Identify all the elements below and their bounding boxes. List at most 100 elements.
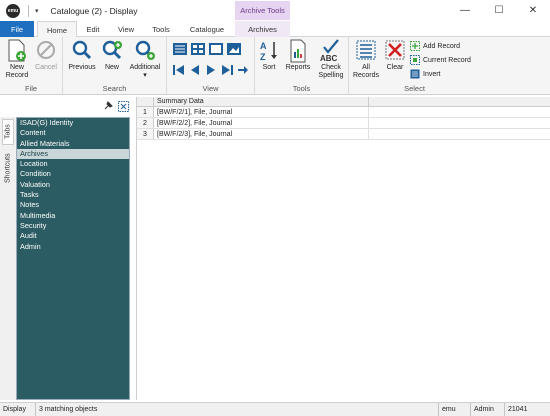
tab-list-item-selected[interactable]: Archives	[17, 148, 129, 160]
first-record-icon[interactable]	[173, 64, 185, 76]
status-user: Admin	[470, 403, 504, 416]
new-record-button[interactable]: New Record	[3, 39, 31, 80]
sort-icon: A Z	[260, 41, 277, 62]
tab-view[interactable]: View	[111, 21, 141, 37]
tab-file[interactable]: File	[0, 21, 34, 37]
pin-icon[interactable]	[104, 101, 113, 110]
previous-label: Previous	[68, 64, 96, 71]
tab-list-item[interactable]: Audit	[17, 231, 129, 241]
tab-list-item[interactable]: Content	[17, 128, 129, 138]
previous-search-button[interactable]: Previous	[66, 39, 98, 72]
previous-record-icon[interactable]	[189, 64, 201, 76]
tab-catalogue[interactable]: Catalogue	[181, 21, 233, 37]
table-row[interactable]: 1 [BW/F/2/1], File, Journal	[137, 107, 550, 118]
check-spelling-button[interactable]: ABC Check Spelling	[315, 39, 347, 80]
tab-list-item[interactable]: ISAD(G) Identity	[17, 118, 129, 128]
last-record-icon[interactable]	[221, 64, 233, 76]
all-records-button[interactable]: All Records	[351, 39, 381, 80]
page-view-icon[interactable]	[209, 43, 223, 55]
summary-cell[interactable]: [BW/F/2/2], File, Journal	[154, 118, 369, 128]
reports-button[interactable]: Reports	[283, 39, 313, 72]
view-group-label: View	[202, 84, 219, 93]
next-record-icon[interactable]	[205, 64, 217, 76]
details-view-icon[interactable]	[191, 43, 205, 55]
quick-access-dropdown-icon[interactable]: ▾	[35, 7, 39, 15]
summary-cell[interactable]: [BW/F/2/3], File, Journal	[154, 129, 369, 139]
file-group-label: File	[24, 84, 38, 93]
svg-text:ABC: ABC	[320, 54, 338, 63]
svg-text:Z: Z	[260, 52, 266, 62]
list-view-icon[interactable]	[173, 43, 187, 55]
table-row[interactable]: 2 [BW/F/2/2], File, Journal	[137, 118, 550, 129]
cancel-button[interactable]: Cancel	[33, 39, 59, 72]
current-record-label: Current Record	[423, 56, 471, 64]
side-tab-strip: Tabs Shortcuts	[0, 117, 16, 400]
additional-dropdown-icon[interactable]: ▾	[143, 72, 147, 80]
thumbnail-view-icon[interactable]	[227, 43, 241, 55]
additional-search-button[interactable]: Additional ▾	[125, 39, 165, 80]
status-match-count: 3 matching objects	[35, 403, 135, 416]
previous-search-icon	[72, 40, 92, 60]
table-row[interactable]: 3 [BW/F/2/3], File, Journal	[137, 129, 550, 140]
row-number[interactable]: 3	[137, 129, 154, 139]
clear-label: Clear	[386, 64, 404, 71]
side-tab-tabs[interactable]: Tabs	[2, 119, 14, 145]
tab-home[interactable]: Home	[37, 21, 77, 38]
new-search-button[interactable]: New	[100, 39, 124, 72]
tab-list-item[interactable]: Valuation	[17, 180, 129, 190]
side-tab-shortcuts[interactable]: Shortcuts	[2, 147, 14, 189]
sort-button[interactable]: A Z Sort	[258, 39, 280, 72]
tab-list-item[interactable]: Tasks	[17, 190, 129, 200]
maximize-button[interactable]: ☐	[482, 0, 516, 21]
tab-archives[interactable]: Archives	[235, 21, 290, 37]
ribbon: New Record Cancel File Previous New Addi…	[0, 37, 550, 95]
tab-tools[interactable]: Tools	[146, 21, 176, 37]
tab-list-item[interactable]: Admin	[17, 242, 129, 252]
tab-list-item[interactable]: Notes	[17, 200, 129, 210]
row-number[interactable]: 2	[137, 118, 154, 128]
status-mode: Display	[3, 406, 26, 413]
tab-list-item[interactable]: Allied Materials	[17, 139, 129, 149]
tab-list-item[interactable]: Location	[17, 159, 129, 169]
additional-label: Additional	[129, 64, 161, 71]
search-group-label: Search	[102, 84, 127, 93]
ribbon-tab-row: File Home Edit View Tools Catalogue Arch…	[0, 21, 550, 38]
new-record-label: New Record	[5, 64, 29, 79]
row-number[interactable]: 1	[137, 107, 154, 117]
tab-list-item[interactable]: Condition	[17, 169, 129, 179]
app-logo-icon[interactable]: emu	[6, 3, 20, 18]
view-group: View	[167, 37, 255, 95]
invert-button[interactable]: Invert	[410, 69, 441, 79]
current-record-button[interactable]: Current Record	[410, 55, 471, 65]
select-group-label: Select	[404, 84, 425, 93]
clear-button[interactable]: Clear	[383, 39, 407, 72]
invert-label: Invert	[423, 70, 441, 78]
cancel-label: Cancel	[35, 64, 57, 71]
cancel-icon	[37, 41, 55, 59]
close-button[interactable]: ✕	[516, 0, 550, 21]
grid-header: Summary Data	[137, 97, 550, 107]
tab-edit[interactable]: Edit	[79, 21, 107, 37]
add-record-button[interactable]: Add Record	[410, 41, 460, 51]
minimize-button[interactable]: —	[448, 0, 482, 21]
tab-list-item[interactable]: Security	[17, 221, 129, 231]
invert-icon	[410, 69, 420, 79]
additional-search-icon	[135, 40, 155, 60]
row-number-header[interactable]	[137, 97, 154, 106]
check-spelling-icon: ABC	[320, 39, 339, 63]
locate-icon[interactable]	[118, 101, 129, 112]
column-header-summary[interactable]: Summary Data	[154, 97, 369, 106]
tab-list-item[interactable]: Multimedia	[17, 211, 129, 221]
add-record-label: Add Record	[423, 42, 460, 50]
status-port: 21041	[504, 403, 550, 416]
all-records-label: All Records	[352, 64, 380, 79]
go-to-record-icon[interactable]	[237, 64, 249, 76]
select-group: All Records Clear Add Record Current Rec…	[349, 37, 480, 95]
tools-group: A Z Sort Reports ABC Check Spelling Tool…	[255, 37, 349, 95]
clear-icon	[385, 40, 405, 60]
results-grid: Summary Data 1 [BW/F/2/1], File, Journal…	[136, 97, 550, 400]
quick-access-separator	[28, 4, 29, 17]
summary-cell[interactable]: [BW/F/2/1], File, Journal	[154, 107, 369, 117]
search-group: Previous New Additional ▾ Search	[63, 37, 167, 95]
reports-icon	[290, 39, 306, 63]
